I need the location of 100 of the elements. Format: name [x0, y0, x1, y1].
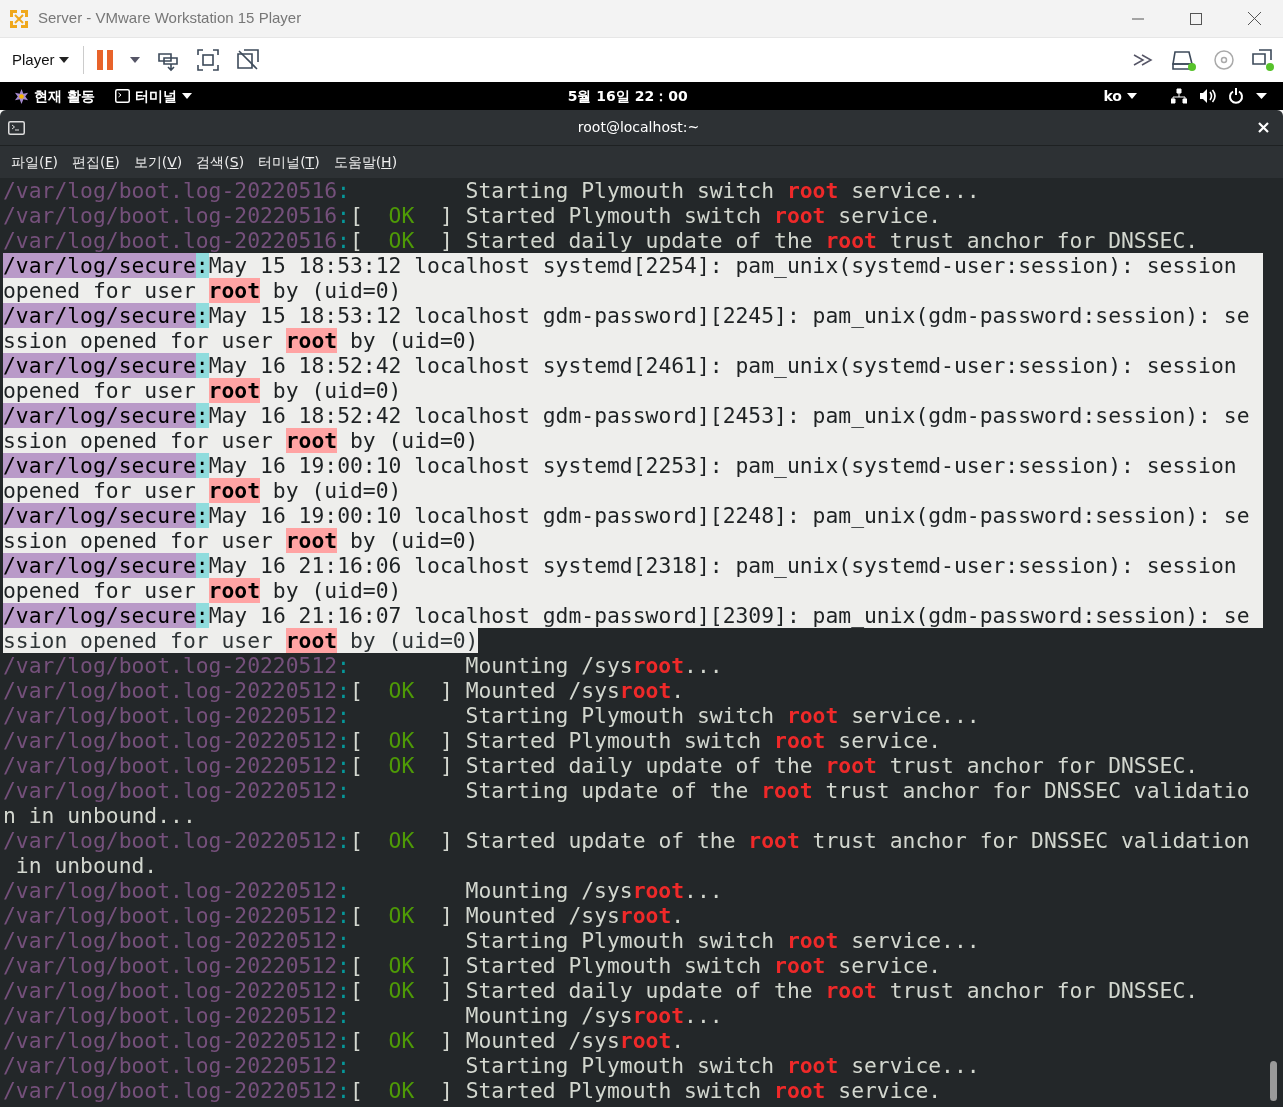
- app-menu-button[interactable]: 터미널: [108, 85, 198, 107]
- separator: :: [337, 1078, 350, 1103]
- status-ok: OK: [388, 828, 415, 853]
- menu-item[interactable]: 보기(V): [126, 151, 190, 173]
- log-text: [: [349, 678, 364, 703]
- log-text: May 16 18:52:42 localhost systemd[2461]: pam_unix(systemd-user:session): session: [208, 353, 1237, 378]
- matched-word: root: [786, 1053, 839, 1078]
- app-logo-icon: [8, 7, 30, 30]
- log-text: [: [349, 203, 364, 228]
- input-method-button[interactable]: ko: [1097, 85, 1143, 107]
- log-text: by (uid=0): [271, 278, 402, 303]
- log-text: by (uid=0): [271, 378, 402, 403]
- status-ok: OK: [388, 728, 415, 753]
- file-path: /var/log/boot.log-20220512: [3, 1028, 338, 1053]
- log-text: May 15 18:53:12 localhost gdm-password][2245]: pam_unix(gdm-password:session): se: [208, 303, 1250, 328]
- file-path: /var/log/boot.log-20220512: [3, 678, 338, 703]
- matched-word: root: [774, 203, 826, 228]
- matched-word: root: [285, 528, 338, 553]
- separator: :: [337, 828, 350, 853]
- log-text: [: [349, 1078, 364, 1103]
- file-path: /var/log/boot.log-20220512: [3, 953, 338, 978]
- log-text: by (uid=0): [348, 528, 479, 553]
- file-path: /var/log/boot.log-20220516: [3, 178, 338, 203]
- log-text: Starting Plymouth switch: [464, 928, 776, 953]
- matched-word: root: [825, 228, 877, 253]
- caret-icon[interactable]: [1256, 93, 1267, 99]
- menu-item[interactable]: 편집(E): [65, 151, 127, 173]
- file-path: /var/log/boot.log-20220512: [3, 1003, 338, 1028]
- log-text: ssion opened for user: [3, 328, 274, 353]
- log-text: service.: [837, 203, 942, 228]
- log-text: ] Started daily update of the: [438, 228, 814, 253]
- matched-word: root: [774, 1078, 826, 1103]
- separator: :: [337, 203, 350, 228]
- menu-item[interactable]: 검색(S): [189, 151, 252, 173]
- separator: :: [337, 978, 350, 1003]
- separator: :: [337, 953, 350, 978]
- matched-word: root: [285, 628, 338, 653]
- separator: :: [337, 703, 350, 728]
- log-text: Mounting /sys: [464, 1003, 633, 1028]
- network-icon[interactable]: [1171, 88, 1187, 104]
- log-text: ...: [684, 1003, 723, 1028]
- separator: :: [337, 928, 350, 953]
- file-path: /var/log/boot.log-20220516: [3, 203, 338, 228]
- log-text: trust anchor for DNSSEC validation: [811, 828, 1250, 853]
- log-text: May 16 21:16:07 localhost gdm-password][2309]: pam_unix(gdm-password:session): se: [208, 603, 1250, 628]
- file-path: /var/log/secure: [3, 303, 196, 328]
- matched-word: root: [632, 1003, 685, 1028]
- file-path: /var/log/boot.log-20220512: [3, 1078, 338, 1103]
- log-text: opened for user: [3, 378, 197, 403]
- log-text: ssion opened for user: [3, 528, 274, 553]
- scrollbar-thumb[interactable]: [1269, 1061, 1277, 1101]
- log-text: ] Started update of the: [438, 828, 737, 853]
- log-text: service...: [850, 703, 980, 728]
- log-text: service...: [850, 178, 980, 203]
- volume-icon[interactable]: [1199, 88, 1216, 104]
- log-text: Starting Plymouth switch: [464, 703, 776, 728]
- file-path: /var/log/secure: [3, 403, 196, 428]
- clock[interactable]: 5월 16일 22：00: [567, 85, 688, 107]
- log-text: .: [671, 903, 685, 928]
- matched-word: root: [632, 878, 685, 903]
- activities-button[interactable]: 현재 활동: [8, 85, 101, 107]
- power-icon[interactable]: [1228, 88, 1244, 104]
- log-text: ] Started Plymouth switch: [438, 728, 763, 753]
- log-text: trust anchor for DNSSEC.: [888, 753, 1199, 778]
- terminal-title: root@localhost:~: [577, 118, 700, 137]
- maximize-icon: [1190, 12, 1202, 25]
- log-text: by (uid=0): [348, 328, 479, 353]
- menu-item[interactable]: 파일(F): [4, 151, 65, 173]
- file-path: /var/log/boot.log-20220512: [3, 928, 338, 953]
- file-path: /var/log/boot.log-20220512: [3, 978, 338, 1003]
- log-text: by (uid=0): [271, 478, 402, 503]
- log-text: ...: [684, 878, 723, 903]
- caret-icon: [58, 57, 69, 63]
- matched-word: root: [786, 703, 839, 728]
- status-ok: OK: [388, 678, 415, 703]
- log-text: by (uid=0): [337, 628, 479, 653]
- menu-item[interactable]: 도움말(H): [326, 151, 405, 173]
- file-path: /var/log/secure: [3, 453, 196, 478]
- log-text: service.: [837, 728, 942, 753]
- menu-item[interactable]: 터미널(T): [251, 151, 327, 173]
- status-ok: OK: [388, 978, 415, 1003]
- log-text: ] Started daily update of the: [438, 753, 814, 778]
- status-ok: OK: [388, 1078, 415, 1103]
- matched-word: root: [786, 178, 839, 203]
- file-path: /var/log/boot.log-20220512: [3, 1053, 338, 1078]
- log-text: ...: [684, 653, 723, 678]
- log-text: n in unbound...: [3, 803, 196, 828]
- matched-word: root: [208, 478, 260, 503]
- log-text: Starting Plymouth switch: [464, 1053, 776, 1078]
- matched-word: root: [774, 728, 826, 753]
- caret-icon: [1127, 93, 1137, 99]
- player-menu-button[interactable]: Player: [0, 46, 75, 74]
- log-text: .: [671, 1028, 685, 1053]
- log-text: opened for user: [3, 578, 197, 603]
- matched-word: root: [619, 1028, 672, 1053]
- log-text: [: [349, 753, 364, 778]
- terminal-icon: [114, 89, 130, 103]
- log-text: Starting Plymouth switch: [464, 178, 776, 203]
- matched-word: root: [619, 903, 672, 928]
- log-text: opened for user: [3, 278, 197, 303]
